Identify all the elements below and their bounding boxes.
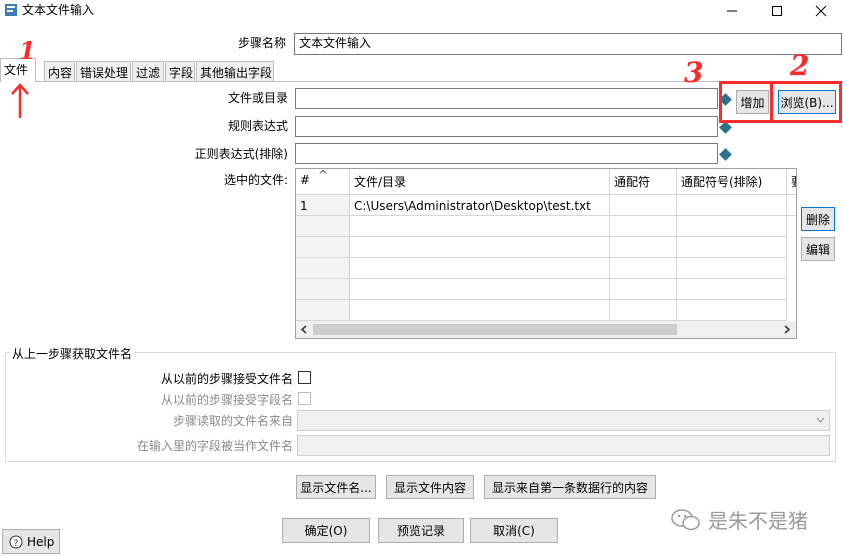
- show-filename-button[interactable]: 显示文件名...: [296, 475, 376, 499]
- empty-row: [296, 258, 350, 279]
- empty-row: [296, 237, 350, 258]
- step-name-input[interactable]: 文本文件输入: [294, 33, 842, 55]
- edit-button[interactable]: 编辑: [801, 237, 835, 261]
- field-as-filename-input[interactable]: [297, 435, 830, 456]
- empty-cell: [610, 216, 677, 237]
- empty-cell: [677, 279, 787, 300]
- accept-filenames-checkbox[interactable]: [298, 371, 311, 384]
- title-bar: 文本文件输入: [0, 0, 843, 22]
- window-title: 文本文件输入: [22, 3, 95, 17]
- wechat-icon: [671, 509, 700, 531]
- empty-cell: [350, 237, 610, 258]
- regex-input[interactable]: [295, 116, 718, 137]
- column-header-wildcard-exclude[interactable]: 通配符号(排除): [677, 169, 787, 195]
- accept-fieldname-label: 从以前的步骤接受字段名: [160, 393, 293, 407]
- show-first-row-content-button[interactable]: 显示来自第一条数据行的内容: [484, 475, 656, 499]
- column-header-path[interactable]: 文件/目录: [350, 169, 610, 195]
- file-or-dir-input[interactable]: [295, 88, 718, 109]
- selected-files-table[interactable]: # ^ 文件/目录 通配符 通配符号(排除) 要 1 C:\Users\Admi…: [295, 168, 797, 339]
- empty-cell: [677, 237, 787, 258]
- tab-error-handling[interactable]: 错误处理: [76, 61, 131, 81]
- regex-exclude-label: 正则表达式(排除): [194, 147, 288, 161]
- column-header-num[interactable]: # ^: [296, 169, 350, 195]
- row-number: 1: [296, 195, 350, 216]
- ok-button[interactable]: 确定(O): [282, 518, 370, 543]
- row-required-cell[interactable]: [787, 195, 796, 216]
- tab-strip-border: [0, 81, 843, 82]
- help-label: Help: [27, 534, 55, 549]
- sort-icon: ^: [318, 169, 329, 182]
- empty-cell: [610, 279, 677, 300]
- accept-fieldname-checkbox[interactable]: [298, 392, 311, 405]
- annotation-arrow-icon: [11, 83, 29, 118]
- maximize-icon: [772, 6, 782, 16]
- empty-cell: [610, 300, 677, 321]
- read-filename-from-label: 步骤读取的文件名来自: [172, 414, 293, 428]
- tab-fields[interactable]: 字段: [165, 61, 195, 81]
- field-as-filename-label: 在输入里的字段被当作文件名: [136, 439, 293, 453]
- read-filename-from-select[interactable]: [297, 410, 830, 431]
- chevron-down-icon: [816, 417, 825, 423]
- annotation-number-3: 3: [684, 56, 704, 89]
- regex-label: 规则表达式: [227, 119, 288, 133]
- empty-row: [296, 300, 350, 321]
- variable-icon: [719, 148, 732, 161]
- empty-cell: [677, 216, 787, 237]
- regex-exclude-input[interactable]: [295, 143, 718, 164]
- row-path-cell[interactable]: C:\Users\Administrator\Desktop\test.txt: [350, 195, 610, 216]
- step-name-label: 步骤名称: [237, 36, 286, 50]
- browse-button[interactable]: 浏览(B)...: [778, 90, 836, 114]
- empty-cell: [677, 300, 787, 321]
- tab-other-output-fields[interactable]: 其他输出字段: [196, 61, 274, 81]
- scroll-left-icon[interactable]: [300, 325, 308, 334]
- horizontal-scrollbar[interactable]: [296, 321, 796, 338]
- watermark-text: 是朱不是猪: [708, 509, 808, 533]
- cancel-button[interactable]: 取消(C): [470, 518, 558, 543]
- show-file-content-button[interactable]: 显示文件内容: [386, 475, 474, 499]
- column-header-required[interactable]: 要: [787, 169, 796, 195]
- tab-content[interactable]: 内容: [44, 61, 75, 81]
- empty-cell: [350, 258, 610, 279]
- delete-button[interactable]: 删除: [801, 207, 835, 231]
- close-icon: [815, 5, 827, 17]
- tab-filter[interactable]: 过滤: [132, 61, 164, 81]
- help-icon: ?: [9, 535, 23, 549]
- annotation-number-1: 1: [19, 36, 36, 65]
- preview-button[interactable]: 预览记录: [378, 518, 464, 543]
- add-button[interactable]: 增加: [736, 90, 769, 114]
- minimize-button[interactable]: [710, 0, 754, 22]
- prev-step-group-title: 从上一步骤获取文件名: [10, 345, 135, 362]
- svg-text:?: ?: [14, 539, 19, 549]
- empty-cell: [350, 279, 610, 300]
- annotation-number-2: 2: [790, 49, 810, 82]
- empty-cell: [610, 258, 677, 279]
- accept-filenames-label: 从以前的步骤接受文件名: [160, 372, 293, 386]
- selected-files-label: 选中的文件:: [223, 173, 288, 187]
- scrollbar-thumb[interactable]: [313, 324, 677, 335]
- row-wildcard-exclude-cell[interactable]: [677, 195, 787, 216]
- empty-cell: [677, 258, 787, 279]
- scroll-right-icon[interactable]: [783, 325, 791, 334]
- help-button[interactable]: ? Help: [2, 529, 60, 554]
- maximize-button[interactable]: [755, 0, 799, 22]
- empty-cell: [610, 237, 677, 258]
- close-button[interactable]: [799, 0, 843, 22]
- variable-icon: [719, 121, 732, 134]
- empty-cell: [350, 216, 610, 237]
- file-or-dir-label: 文件或目录: [227, 91, 288, 105]
- empty-row: [296, 216, 350, 237]
- minimize-icon: [727, 10, 737, 12]
- empty-row: [296, 279, 350, 300]
- empty-cell: [350, 300, 610, 321]
- row-wildcard-cell[interactable]: [610, 195, 677, 216]
- app-icon: [5, 4, 17, 16]
- column-header-wildcard[interactable]: 通配符: [610, 169, 677, 195]
